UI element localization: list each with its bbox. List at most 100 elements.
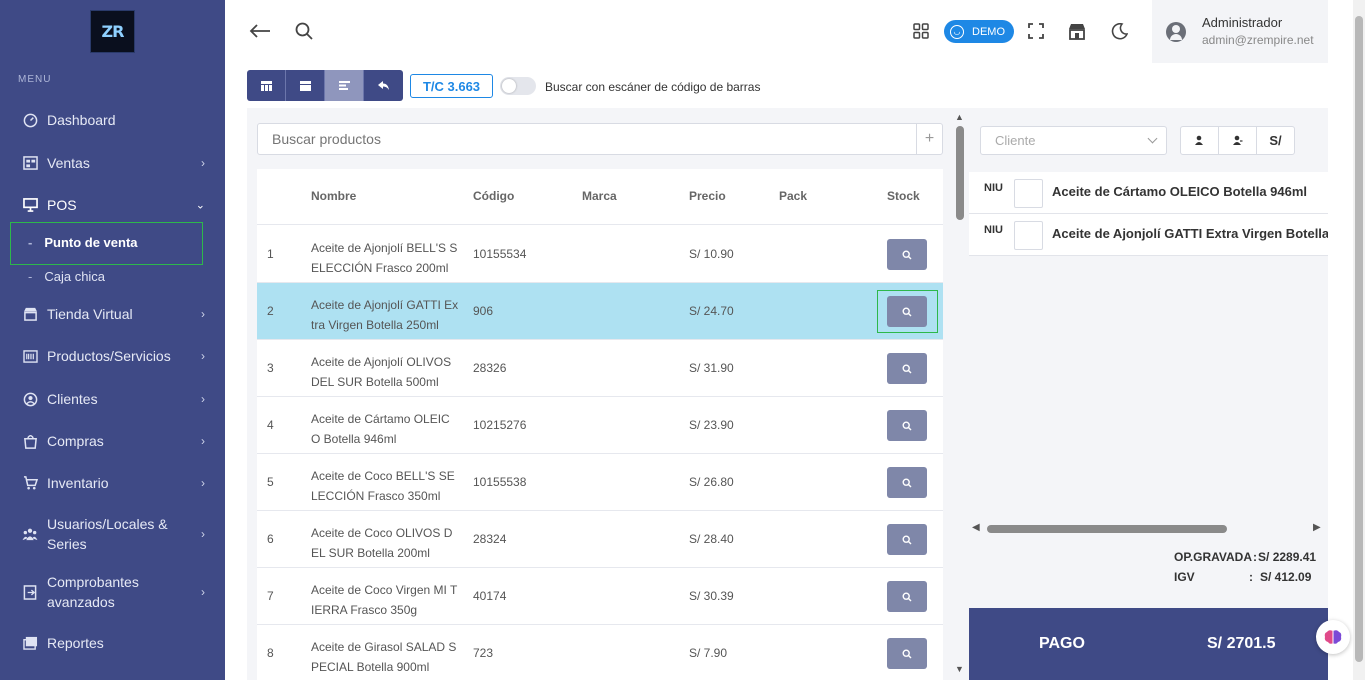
stock-search-button[interactable] [887, 524, 927, 555]
cart-item-qty-input[interactable] [1014, 179, 1043, 208]
product-search-input[interactable] [258, 124, 898, 154]
list-view-button[interactable] [286, 70, 325, 101]
user-circle-icon [22, 391, 38, 407]
stock-search-button[interactable] [887, 581, 927, 612]
table-row[interactable]: 7 Aceite de Coco Virgen MI TIERRA Frasco … [257, 568, 943, 625]
sidebar-item-dashboard[interactable]: Dashboard [0, 102, 225, 138]
smile-icon: ◡ [950, 24, 964, 39]
sidebar-item-productos[interactable]: Productos/Servicios › [0, 338, 225, 374]
app-logo[interactable]: ZR [90, 10, 135, 53]
table-row[interactable]: 3 Aceite de Ajonjolí OLIVOS DEL SUR Botel… [257, 340, 943, 397]
search-icon [902, 591, 912, 601]
product-price: S/ 31.90 [689, 361, 734, 375]
product-price: S/ 26.80 [689, 475, 734, 489]
chevron-down-icon: ⌄ [195, 199, 205, 212]
table-row[interactable]: 2 Aceite de Ajonjolí GATTI Extra Virgen B… [257, 283, 943, 340]
client-select[interactable]: Cliente [980, 126, 1167, 155]
product-price: S/ 23.90 [689, 418, 734, 432]
row-number: 5 [267, 475, 274, 489]
cart-item[interactable]: NIU Aceite de Cártamo OLEICO Botella 946… [969, 172, 1328, 214]
search-icon [902, 420, 912, 430]
sidebar-subitem-caja-chica[interactable]: - Caja chica [0, 261, 225, 291]
stock-search-button[interactable] [887, 410, 927, 441]
sidebar-item-ventas[interactable]: Ventas › [0, 145, 225, 181]
store-front-icon[interactable] [1064, 18, 1090, 44]
stock-search-button[interactable] [887, 467, 927, 498]
col-codigo: Código [473, 189, 515, 203]
scroll-right-arrow-icon[interactable]: ▶ [1313, 522, 1321, 533]
add-client-button[interactable] [1180, 126, 1219, 155]
sidebar-item-tienda-virtual[interactable]: Tienda Virtual › [0, 296, 225, 332]
product-price: S/ 30.39 [689, 589, 734, 603]
reply-button[interactable] [364, 70, 403, 101]
dark-mode-moon-icon[interactable] [1106, 18, 1132, 44]
page-scroll-thumb[interactable] [1355, 16, 1363, 662]
exchange-rate-badge[interactable]: T/C 3.663 [410, 74, 493, 98]
apps-grid-icon[interactable] [908, 18, 934, 44]
col-stock: Stock [887, 189, 920, 203]
chevron-right-icon: › [201, 392, 205, 406]
barcode-scanner-toggle[interactable] [500, 77, 536, 95]
scroll-left-arrow-icon[interactable]: ◀ [972, 522, 980, 533]
sidebar-item-reportes[interactable]: Reportes [0, 625, 225, 661]
product-price: S/ 28.40 [689, 532, 734, 546]
currency-button[interactable]: S/ [1256, 126, 1295, 155]
products-scrollbar[interactable]: ▲ ▼ [953, 112, 967, 680]
product-code: 10155534 [473, 247, 527, 261]
sidebar-item-compras[interactable]: Compras › [0, 423, 225, 459]
search-icon [902, 363, 912, 373]
table-row[interactable]: 1 Aceite de Ajonjolí BELL'S SELECCIÓN Fra… [257, 226, 943, 283]
grid-view-icon [260, 80, 272, 91]
cart-horizontal-scrollbar[interactable]: ◀ ▶ [972, 522, 1322, 535]
sidebar-item-comprobantes[interactable]: Comprobantes avanzados › [0, 569, 225, 615]
stock-search-button[interactable] [887, 638, 927, 669]
product-name: Aceite de Coco Virgen MI TIERRA Frasco 3… [311, 583, 458, 617]
scroll-thumb[interactable] [956, 126, 964, 220]
page-scrollbar[interactable] [1353, 0, 1365, 680]
reports-icon [22, 635, 38, 651]
dashboard-icon [22, 112, 38, 128]
scroll-up-arrow-icon[interactable]: ▲ [955, 112, 964, 122]
fullscreen-icon[interactable] [1023, 18, 1049, 44]
search-icon[interactable] [291, 18, 317, 44]
demo-badge[interactable]: ◡ DEMO [944, 20, 1014, 43]
sidebar-item-inventario[interactable]: Inventario › [0, 465, 225, 501]
row-number: 2 [267, 304, 274, 318]
table-row[interactable]: 4 Aceite de Cártamo OLEICO Botella 946ml 1… [257, 397, 943, 454]
user-profile[interactable]: Administrador admin@zrempire.net [1152, 0, 1328, 63]
product-code: 28326 [473, 361, 507, 375]
users-icon [22, 526, 38, 542]
stock-search-button[interactable] [887, 239, 927, 270]
subitem-label: Caja chica [44, 268, 106, 284]
scroll-down-arrow-icon[interactable]: ▼ [955, 664, 964, 674]
sidebar-item-label: Dashboard [47, 112, 116, 128]
ai-assistant-button[interactable] [1316, 620, 1350, 654]
cart-item-qty-input[interactable] [1014, 221, 1043, 250]
back-arrow-icon[interactable] [247, 18, 273, 44]
edit-client-button[interactable] [1218, 126, 1257, 155]
product-code: 10155538 [473, 475, 527, 489]
product-price: S/ 7.90 [689, 646, 728, 660]
sidebar-item-usuarios[interactable]: Usuarios/Locales & Series › [0, 511, 225, 557]
user-email: admin@zrempire.net [1202, 33, 1314, 47]
cart-item-unit: NIU [984, 224, 1003, 236]
sidebar-item-pos[interactable]: POS ⌄ [0, 187, 225, 223]
sidebar-item-label-group: Usuarios/Locales & Series [47, 514, 168, 554]
sidebar-item-label-2: avanzados [47, 594, 115, 610]
table-view-button[interactable] [325, 70, 364, 101]
sidebar-item-label: Compras [47, 433, 104, 449]
grid-view-button[interactable] [247, 70, 286, 101]
op-gravada-row: OP.GRAVADA : S/ 2289.41 [1174, 547, 1316, 567]
cart-item[interactable]: NIU Aceite de Ajonjolí GATTI Extra Virge… [969, 214, 1328, 256]
pay-button[interactable]: PAGO S/ 2701.5 [969, 608, 1328, 680]
scroll-thumb[interactable] [987, 525, 1227, 533]
table-row[interactable]: 8 Aceite de Girasol SALAD SPECIAL Botella… [257, 625, 943, 680]
table-row[interactable]: 6 Aceite de Coco OLIVOS DEL SUR Botella 2… [257, 511, 943, 568]
stock-search-button[interactable] [887, 353, 927, 384]
ventas-icon [22, 155, 38, 171]
cart-icon [22, 475, 38, 491]
product-name: Aceite de Ajonjolí BELL'S SELECCIÓN Fras… [311, 241, 458, 275]
table-row[interactable]: 5 Aceite de Coco BELL'S SELECCIÓN Frasco … [257, 454, 943, 511]
add-product-button[interactable]: + [916, 124, 942, 154]
sidebar-item-clientes[interactable]: Clientes › [0, 381, 225, 417]
